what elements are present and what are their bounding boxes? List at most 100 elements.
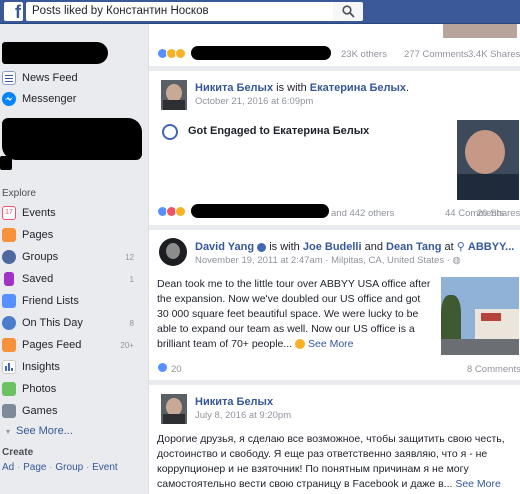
create-event-link[interactable]: Event xyxy=(92,462,118,473)
connector-text: is with xyxy=(269,241,300,253)
reactions-others[interactable]: and 442 others xyxy=(331,208,394,219)
reactions-count[interactable]: 20 xyxy=(171,364,182,375)
bookmark-icon xyxy=(4,272,14,286)
redacted-shortcut-icon xyxy=(0,156,12,170)
top-bar: f Posts liked by Константин Носков xyxy=(0,0,520,24)
sidebar-item-pages-feed[interactable]: Pages Feed 20+ xyxy=(2,336,146,354)
chevron-down-icon: ▾ xyxy=(6,426,11,436)
sidebar-item-label: Photos xyxy=(22,383,57,395)
reactions-others[interactable]: 23K others xyxy=(341,49,387,60)
sidebar-item-label: Saved xyxy=(22,273,54,285)
sidebar-item-games[interactable]: Games xyxy=(2,402,146,420)
tagged-name-2[interactable]: Dean Tang xyxy=(386,241,441,253)
reaction-icons xyxy=(157,206,186,220)
comments-count[interactable]: 277 Comments xyxy=(404,49,468,60)
post-photo[interactable] xyxy=(441,277,519,355)
create-group-link[interactable]: Group xyxy=(55,462,83,473)
redacted-reactor-name xyxy=(191,46,331,60)
tagged-name-1[interactable]: Joe Budelli xyxy=(303,241,362,253)
sidebar-item-photos[interactable]: Photos xyxy=(2,380,146,398)
smile-emoji-icon xyxy=(295,339,306,350)
clock-icon xyxy=(2,316,16,330)
tagged-name[interactable]: Екатерина Белых xyxy=(310,82,406,94)
sidebar-item-messenger[interactable]: Messenger xyxy=(2,90,146,108)
sidebar-item-label: Groups xyxy=(22,251,59,263)
post-location[interactable]: Milpitas, CA, United States xyxy=(331,255,444,266)
sidebar-item-label: Insights xyxy=(22,361,60,373)
sidebar-item-label: News Feed xyxy=(22,72,78,84)
see-more-link[interactable]: See More xyxy=(308,338,354,350)
post-author-line: David Yang is with Joe Budelli and Dean … xyxy=(195,240,519,253)
sidebar-item-pages[interactable]: Pages xyxy=(2,226,146,244)
news-feed: 23K others 277 Comments 3.4K Shares Ники… xyxy=(148,24,520,494)
create-page-link[interactable]: Page xyxy=(23,462,46,473)
see-more-link[interactable]: See More xyxy=(455,478,501,490)
author-name[interactable]: Никита Белых xyxy=(195,82,273,94)
comments-count[interactable]: 8 Comments xyxy=(467,364,520,375)
search-button[interactable] xyxy=(333,2,363,21)
create-ad-link[interactable]: Ad xyxy=(2,462,14,473)
sidebar-item-label: Messenger xyxy=(22,93,77,105)
avatar[interactable] xyxy=(159,238,187,266)
saved-count: 1 xyxy=(129,274,134,284)
sidebar-item-label: Games xyxy=(22,405,58,417)
flag-icon xyxy=(2,228,16,242)
sidebar-item-events[interactable]: 17 Events xyxy=(2,204,146,222)
sidebar-item-saved[interactable]: Saved 1 xyxy=(2,270,146,288)
groups-icon xyxy=(2,250,16,264)
life-event-title[interactable]: Got Engaged to Екатерина Белых xyxy=(188,125,369,137)
avatar[interactable] xyxy=(161,394,187,424)
sidebar-item-friend-lists[interactable]: Friend Lists xyxy=(2,292,146,310)
shares-count[interactable]: 20 Shares xyxy=(477,208,520,219)
reaction-icons xyxy=(157,362,168,376)
reaction-icons xyxy=(157,48,186,62)
sidebar-item-label: On This Day xyxy=(22,317,83,329)
create-links: Ad · Page · Group · Event xyxy=(2,462,118,473)
friend-list-icon xyxy=(2,294,16,308)
post-text: Дорогие друзья, я сделаю все возможное, … xyxy=(157,433,505,490)
sidebar-item-groups[interactable]: Groups 12 xyxy=(2,248,146,266)
verified-badge-icon xyxy=(257,242,267,252)
insights-icon xyxy=(2,360,16,374)
like-reaction-icon xyxy=(157,362,168,373)
place-name[interactable]: ABBYY... xyxy=(468,241,514,253)
news-feed-icon xyxy=(2,71,16,85)
explore-header: Explore xyxy=(2,188,36,199)
pages-feed-icon xyxy=(2,338,16,352)
search-icon xyxy=(342,5,355,18)
sidebar-item-label: Friend Lists xyxy=(22,295,79,307)
see-more-link[interactable]: ▾ See More... xyxy=(2,422,146,440)
post-divider xyxy=(149,225,520,230)
shares-count[interactable]: 3.4K Shares xyxy=(468,49,520,60)
author-name[interactable]: Никита Белых xyxy=(195,396,273,408)
privacy-globe-icon: ◍ xyxy=(452,255,461,266)
calendar-icon: 17 xyxy=(2,206,16,220)
facebook-logo-icon[interactable]: f xyxy=(4,2,23,22)
games-icon xyxy=(2,404,16,418)
avatar[interactable] xyxy=(161,80,187,110)
sidebar-item-on-this-day[interactable]: On This Day 8 xyxy=(2,314,146,332)
redacted-reactor-name xyxy=(191,204,329,218)
post-timestamp[interactable]: July 8, 2016 at 9:20pm xyxy=(195,410,291,421)
post-body: Dean took me to the little tour over ABB… xyxy=(157,277,433,352)
author-name[interactable]: David Yang xyxy=(195,241,254,253)
post-timestamp[interactable]: October 21, 2016 at 6:09pm xyxy=(195,96,313,107)
post-divider xyxy=(149,380,520,385)
photos-icon xyxy=(2,382,16,396)
sidebar-item-news-feed[interactable]: News Feed xyxy=(2,69,146,87)
post-divider xyxy=(149,66,520,71)
post-photo[interactable] xyxy=(457,120,519,200)
post-timestamp[interactable]: November 19, 2011 at 2:47am xyxy=(195,255,323,266)
sidebar-item-insights[interactable]: Insights xyxy=(2,358,146,376)
post-author-line: Никита Белых xyxy=(195,396,273,408)
on-this-day-count: 8 xyxy=(129,318,134,328)
search-input[interactable]: Posts liked by Константин Носков xyxy=(26,2,333,21)
sidebar-item-label: Pages xyxy=(22,229,54,241)
groups-count: 12 xyxy=(125,252,134,262)
see-more-label: See More... xyxy=(16,425,73,437)
connector-text: is with xyxy=(276,82,307,94)
location-pin-icon: ⚲ xyxy=(456,241,465,253)
redacted-profile-name xyxy=(2,42,108,64)
left-sidebar: News Feed Messenger Explore 17 Events Pa… xyxy=(0,24,148,494)
pages-feed-count: 20+ xyxy=(120,340,134,350)
